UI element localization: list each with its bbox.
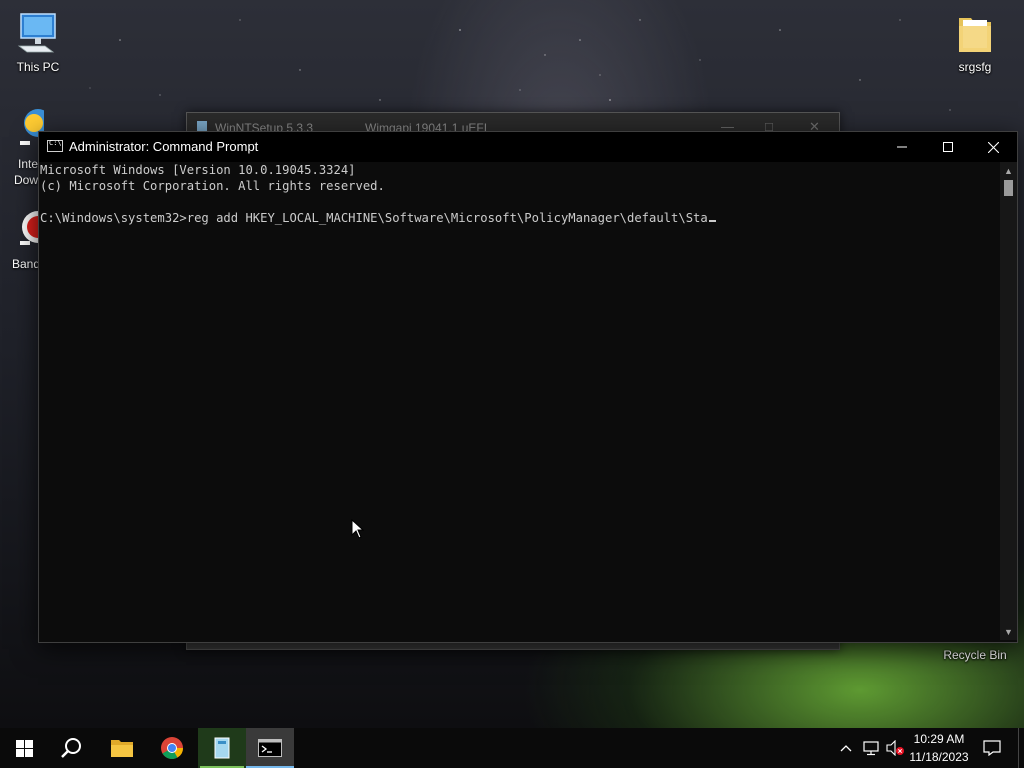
- clock-time: 10:29 AM: [913, 732, 965, 746]
- this-pc-icon: [17, 13, 56, 53]
- maximize-icon: [943, 142, 953, 152]
- desktop-icon-label: Recycle Bin: [943, 648, 1007, 662]
- minimize-button[interactable]: [879, 132, 925, 162]
- desktop-icon-bandicam-partial[interactable]: Band: [10, 205, 44, 275]
- close-button[interactable]: [970, 132, 1016, 162]
- chevron-up-icon: [840, 745, 852, 752]
- taskbar-file-explorer[interactable]: [98, 728, 146, 768]
- taskbar-clock[interactable]: 10:29 AM 11/18/2023: [904, 730, 974, 766]
- console-line-input[interactable]: C:\Windows\system32>reg add HKEY_LOCAL_M…: [40, 210, 716, 226]
- show-desktop-button[interactable]: [1018, 728, 1024, 768]
- taskbar-command-prompt[interactable]: [246, 728, 294, 768]
- show-hidden-icons-button[interactable]: [836, 728, 856, 768]
- network-icon: [863, 741, 879, 756]
- start-button[interactable]: [0, 728, 48, 768]
- cmd-icon: [47, 139, 63, 152]
- command-prompt-window[interactable]: Administrator: Command Prompt Microsoft …: [38, 131, 1018, 643]
- search-button[interactable]: [48, 728, 96, 768]
- scroll-up-arrow-icon[interactable]: ▲: [1000, 162, 1017, 179]
- folder-icon: [111, 740, 133, 757]
- desktop-icon-label: This PC: [16, 60, 60, 74]
- desktop-icon-this-pc[interactable]: This PC: [0, 10, 76, 74]
- desktop-icon-label: Band: [12, 257, 41, 271]
- desktop-icon-label-line2: Dow: [14, 173, 39, 187]
- volume-button[interactable]: [884, 728, 906, 768]
- notification-icon: [983, 740, 1001, 756]
- console-line: Microsoft Windows [Version 10.0.19045.33…: [40, 163, 356, 177]
- volume-muted-icon: [886, 740, 904, 756]
- action-center-button[interactable]: [980, 728, 1004, 768]
- chrome-icon: [161, 737, 183, 759]
- desktop-icon-idm-partial[interactable]: Inte Dow: [10, 105, 44, 187]
- taskbar-winntsetup[interactable]: [198, 728, 246, 768]
- console-command-text: C:\Windows\system32>reg add HKEY_LOCAL_M…: [40, 211, 708, 225]
- minimize-icon: [897, 146, 907, 148]
- taskbar-chrome[interactable]: [148, 728, 196, 768]
- winntsetup-icon: [214, 737, 230, 759]
- clock-date: 11/18/2023: [909, 750, 969, 764]
- scroll-down-arrow-icon[interactable]: ▼: [1000, 623, 1017, 640]
- close-icon: [987, 141, 999, 153]
- taskbar: 10:29 AM 11/18/2023: [0, 728, 1024, 768]
- windows-logo-icon: [15, 739, 33, 757]
- console-output[interactable]: Microsoft Windows [Version 10.0.19045.33…: [39, 162, 1000, 640]
- vertical-scrollbar[interactable]: ▲ ▼: [1000, 162, 1017, 640]
- scrollbar-thumb[interactable]: [1004, 180, 1013, 196]
- folder-icon: [959, 18, 991, 52]
- window-title: Administrator: Command Prompt: [69, 139, 259, 154]
- text-cursor: [708, 220, 716, 222]
- mouse-pointer-icon: [351, 519, 365, 539]
- desktop-icon-label-line1: Inte: [18, 157, 39, 171]
- desktop-icon-label: srgsfg: [958, 60, 992, 74]
- cmd-icon: [258, 739, 282, 757]
- search-icon: [61, 738, 81, 758]
- cmd-titlebar[interactable]: Administrator: Command Prompt: [39, 132, 1017, 162]
- network-button[interactable]: [860, 728, 882, 768]
- desktop-icon-srgsfg[interactable]: srgsfg: [937, 10, 1013, 74]
- console-line: (c) Microsoft Corporation. All rights re…: [40, 179, 385, 193]
- maximize-button[interactable]: [925, 132, 971, 162]
